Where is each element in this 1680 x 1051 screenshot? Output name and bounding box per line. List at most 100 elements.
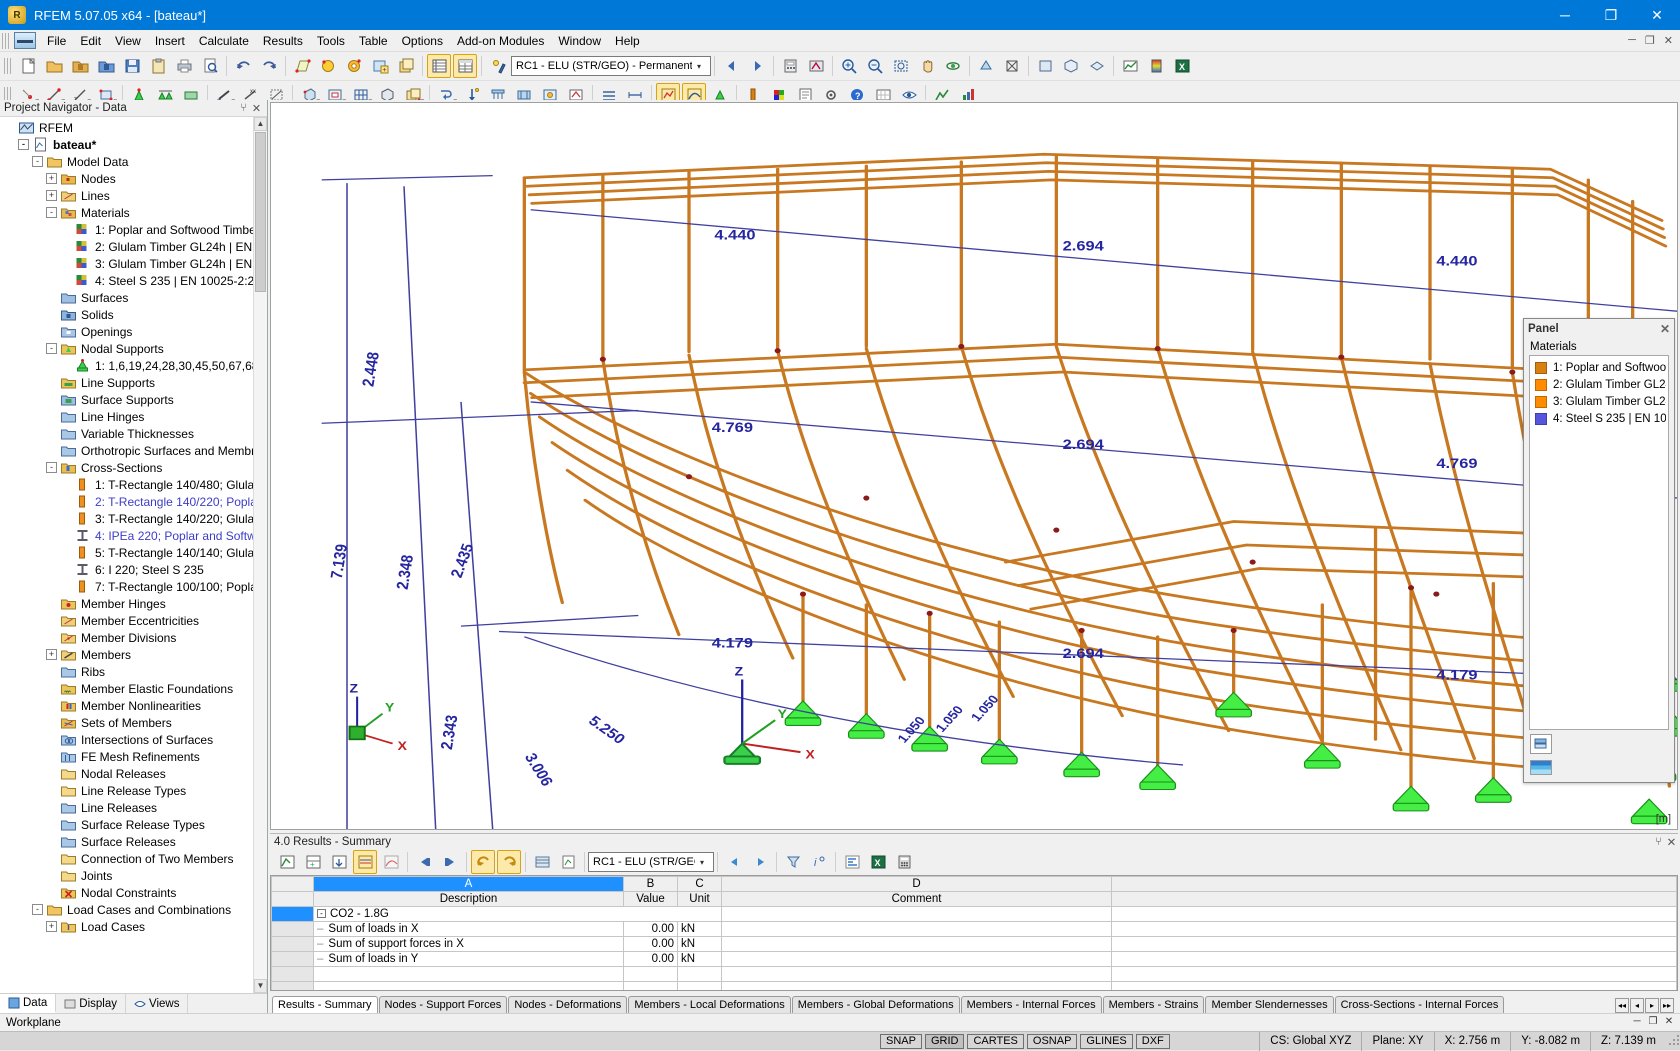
table-mdi-restore[interactable]: ❐: [1646, 1016, 1660, 1027]
row-header[interactable]: [271, 951, 314, 967]
color-scale-icon[interactable]: [1144, 54, 1168, 78]
next-load-case-icon[interactable]: [745, 54, 769, 78]
status-toggle-dxf[interactable]: DXF: [1135, 1033, 1170, 1049]
table-next-lc-icon[interactable]: [748, 850, 772, 874]
model-viewport[interactable]: 2.448 7.139 2.348 2.435 2.343 4.440 2.69…: [270, 102, 1678, 830]
print-icon[interactable]: [172, 54, 196, 78]
panel-material-item[interactable]: 2: Glulam Timber GL24h: [1532, 376, 1666, 393]
export-excel-icon[interactable]: X: [1170, 54, 1194, 78]
tree-item-nodal-releases[interactable]: Nodal Releases: [0, 765, 267, 782]
tree-expander[interactable]: +: [46, 921, 57, 932]
table-mdi-close[interactable]: ✕: [1662, 1016, 1676, 1027]
tree-item-line-supports[interactable]: Line Supports: [0, 374, 267, 391]
navigator-scrollbar[interactable]: ▲ ▼: [253, 117, 267, 993]
tree-item-3-glulam-timber-gl24h-en-1[interactable]: 3: Glulam Timber GL24h | EN 1: [0, 255, 267, 272]
prev-load-case-icon[interactable]: [719, 54, 743, 78]
navigator-tab-views[interactable]: Views: [126, 994, 189, 1013]
clipboard-icon[interactable]: [146, 54, 170, 78]
calculate-icon[interactable]: [778, 54, 802, 78]
tree-expander[interactable]: -: [46, 343, 57, 354]
close-icon[interactable]: ✕: [250, 102, 263, 115]
results-tab-nodes-deformations[interactable]: Nodes - Deformations: [508, 996, 628, 1013]
new-window-icon[interactable]: [394, 54, 418, 78]
navigator-tree[interactable]: RFEM - bateau* - Model Data + Nodes + Lines - Mate…: [0, 117, 267, 993]
navigator-tab-data[interactable]: Data: [0, 994, 57, 1013]
tree-item-ribs[interactable]: Ribs: [0, 663, 267, 680]
tree-item-member-nonlinearities[interactable]: Member Nonlinearities: [0, 697, 267, 714]
tree-item-6-i-220-steel-s-235[interactable]: 6: I 220; Steel S 235: [0, 561, 267, 578]
results-tab-results-summary[interactable]: Results - Summary: [272, 996, 378, 1013]
resize-grip[interactable]: [1666, 1034, 1680, 1048]
menu-view[interactable]: View: [108, 31, 148, 51]
table-empty-row[interactable]: [271, 981, 1677, 990]
status-toggle-snap[interactable]: SNAP: [880, 1033, 922, 1049]
corner-header[interactable]: [271, 876, 314, 892]
tree-item-solids[interactable]: Solids: [0, 306, 267, 323]
tree-item-1-t-rectangle-140-480-glulam[interactable]: 1: T-Rectangle 140/480; Glulam: [0, 476, 267, 493]
load-case-settings-icon[interactable]: [486, 54, 510, 78]
table-row[interactable]: – Sum of loads in Y 0.00 kN: [271, 951, 1677, 967]
model-3d-view[interactable]: 2.448 7.139 2.348 2.435 2.343 4.440 2.69…: [271, 103, 1677, 829]
tree-item-load-cases-and-combinations[interactable]: - Load Cases and Combinations: [0, 901, 267, 918]
rotate-view-icon[interactable]: [941, 54, 965, 78]
menu-table[interactable]: Table: [352, 31, 395, 51]
tree-expander[interactable]: +: [46, 649, 57, 660]
tab-scroll-button-1[interactable]: ◂: [1630, 998, 1644, 1013]
edit-shape-icon[interactable]: [290, 54, 314, 78]
view-front-icon[interactable]: [1033, 54, 1057, 78]
table-chart-icon[interactable]: [379, 850, 403, 874]
table-view-grid-icon[interactable]: [530, 850, 554, 874]
tree-item-2-glulam-timber-gl24h-en-1[interactable]: 2: Glulam Timber GL24h | EN 1: [0, 238, 267, 255]
tree-item-rfem[interactable]: RFEM: [0, 119, 267, 136]
tree-item-lines[interactable]: + Lines: [0, 187, 267, 204]
table-prev-lc-icon[interactable]: [722, 850, 746, 874]
table-load-case-combo[interactable]: RC1 - ELU (STR/GEO) - ▾: [588, 852, 714, 872]
panel-material-item[interactable]: 4: Steel S 235 | EN 1002: [1532, 410, 1666, 427]
tree-item-surface-releases[interactable]: Surface Releases: [0, 833, 267, 850]
table-undo-icon[interactable]: [471, 850, 495, 874]
tree-item-surface-release-types[interactable]: Surface Release Types: [0, 816, 267, 833]
tree-item-surfaces[interactable]: Surfaces: [0, 289, 267, 306]
menu-options[interactable]: Options: [395, 31, 450, 51]
panel-close-icon[interactable]: ✕: [1660, 322, 1670, 336]
show-table-icon[interactable]: [427, 54, 451, 78]
zoom-out-icon[interactable]: [863, 54, 887, 78]
tree-item-connection-of-two-members[interactable]: Connection of Two Members: [0, 850, 267, 867]
table-export-icon[interactable]: [327, 850, 351, 874]
menu-tools[interactable]: Tools: [310, 31, 352, 51]
tree-item-7-t-rectangle-100-100-poplar[interactable]: 7: T-Rectangle 100/100; Poplar: [0, 578, 267, 595]
tree-item-member-eccentricities[interactable]: Member Eccentricities: [0, 612, 267, 629]
tree-item-4-steel-s-235-en-10025-2-2004[interactable]: 4: Steel S 235 | EN 10025-2:2004: [0, 272, 267, 289]
tree-item-line-hinges[interactable]: Line Hinges: [0, 408, 267, 425]
tab-scroll-button-0[interactable]: ◂◂: [1615, 998, 1629, 1013]
zoom-window-icon[interactable]: [889, 54, 913, 78]
chevron-down-icon[interactable]: ▾: [692, 62, 706, 71]
tree-item-4-ipea-220-poplar-and-softwoo[interactable]: 4: IPEa 220; Poplar and Softwoo: [0, 527, 267, 544]
menu-results[interactable]: Results: [256, 31, 310, 51]
tree-item-surface-supports[interactable]: Surface Supports: [0, 391, 267, 408]
tree-item-load-cases[interactable]: + Load Cases: [0, 918, 267, 935]
row-header[interactable]: [271, 981, 314, 990]
tree-expander[interactable]: -: [32, 904, 43, 915]
mdi-restore-button[interactable]: ❐: [1642, 34, 1658, 47]
mdi-minimize-button[interactable]: ─: [1625, 34, 1639, 47]
save-icon[interactable]: [120, 54, 144, 78]
tree-expander[interactable]: -: [46, 462, 57, 473]
results-tab-nodes-support-forces[interactable]: Nodes - Support Forces: [378, 996, 508, 1013]
scrollbar-thumb[interactable]: [255, 132, 266, 292]
table-redo-icon[interactable]: [497, 850, 521, 874]
print-preview-icon[interactable]: [198, 54, 222, 78]
tree-item-2-t-rectangle-140-220-poplar[interactable]: 2: T-Rectangle 140/220; Poplar: [0, 493, 267, 510]
tree-item-nodal-supports[interactable]: - Nodal Supports: [0, 340, 267, 357]
tree-item-member-divisions[interactable]: Member Divisions: [0, 629, 267, 646]
column-letter-a[interactable]: A: [313, 876, 624, 892]
results-tab-members-internal-forces[interactable]: Members - Internal Forces: [960, 996, 1102, 1013]
tree-item-member-hinges[interactable]: Member Hinges: [0, 595, 267, 612]
new-file-icon[interactable]: [16, 54, 40, 78]
menu-window[interactable]: Window: [551, 31, 608, 51]
tree-item-variable-thicknesses[interactable]: Variable Thicknesses: [0, 425, 267, 442]
tree-item-sets-of-members[interactable]: Sets of Members: [0, 714, 267, 731]
tree-item-nodal-constraints[interactable]: Nodal Constraints: [0, 884, 267, 901]
load-case-combo[interactable]: RC1 - ELU (STR/GEO) - Permanent / tran ▾: [511, 56, 711, 76]
panel-materials-list[interactable]: 1: Poplar and Softwood 2: Glulam Timber …: [1529, 355, 1669, 730]
